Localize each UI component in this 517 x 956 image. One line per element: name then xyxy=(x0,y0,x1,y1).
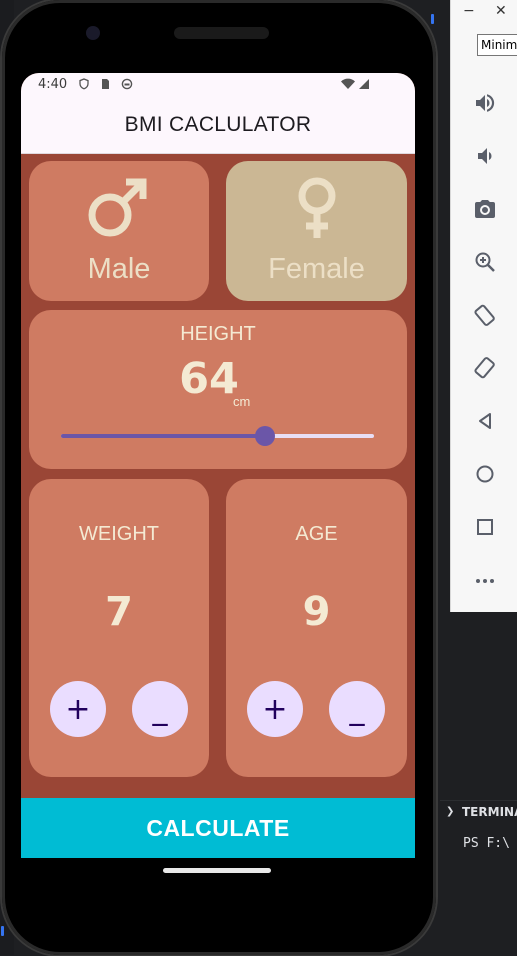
weight-increment-button[interactable]: + xyxy=(50,681,106,737)
volume-up-icon[interactable] xyxy=(470,88,500,118)
age-increment-button[interactable]: + xyxy=(247,681,303,737)
app-bar: BMI CACLULATOR xyxy=(21,97,415,154)
wifi-icon xyxy=(341,78,355,89)
signal-icon xyxy=(359,79,369,89)
male-card[interactable]: Male xyxy=(29,161,209,301)
height-card: HEIGHT 64 cm xyxy=(29,310,407,469)
gesture-nav-bar[interactable] xyxy=(163,868,271,873)
calculate-button[interactable]: CALCULATE xyxy=(21,798,415,858)
male-label: Male xyxy=(87,253,151,285)
home-icon[interactable] xyxy=(470,459,500,489)
height-slider-fill xyxy=(61,434,265,438)
height-label: HEIGHT xyxy=(180,323,256,345)
female-label: Female xyxy=(268,253,365,285)
phone-screen: 4:40 BMI CACLULATOR Male Female HEIGHT 6… xyxy=(21,73,415,858)
front-camera xyxy=(86,26,100,40)
terminal-prompt[interactable]: PS F:\ xyxy=(463,836,510,851)
overview-icon[interactable] xyxy=(470,512,500,542)
app-notification-icon xyxy=(121,78,133,90)
height-slider-thumb[interactable] xyxy=(255,426,275,446)
shield-icon xyxy=(79,78,89,90)
terminal-tab[interactable]: TERMINA xyxy=(462,805,517,819)
rotate-left-icon[interactable] xyxy=(470,300,500,330)
weight-label: WEIGHT xyxy=(79,523,159,545)
age-card: AGE 9 + _ xyxy=(226,479,407,777)
status-bar: 4:40 xyxy=(21,73,415,97)
weight-decrement-button[interactable]: _ xyxy=(132,681,188,737)
female-icon xyxy=(298,177,335,238)
camera-icon[interactable] xyxy=(470,194,500,224)
status-time: 4:40 xyxy=(38,77,68,92)
earpiece-speaker xyxy=(174,27,269,39)
tooltip: Minim xyxy=(477,34,517,56)
sd-card-icon xyxy=(102,79,109,89)
volume-down-icon[interactable] xyxy=(470,141,500,171)
weight-value: 7 xyxy=(105,589,133,635)
age-label: AGE xyxy=(295,523,338,545)
back-icon[interactable] xyxy=(470,406,500,436)
chevron-right-icon[interactable]: ❯ xyxy=(446,806,454,817)
rotate-right-icon[interactable] xyxy=(470,353,500,383)
weight-card: WEIGHT 7 + _ xyxy=(29,479,209,777)
height-unit: cm xyxy=(233,394,251,409)
editor-marker xyxy=(431,14,434,24)
close-button[interactable]: ✕ xyxy=(495,3,507,19)
app-title: BMI CACLULATOR xyxy=(124,113,312,136)
age-decrement-button[interactable]: _ xyxy=(329,681,385,737)
male-icon xyxy=(88,178,147,237)
editor-marker xyxy=(1,926,4,936)
minimize-button[interactable]: − xyxy=(463,3,475,19)
more-icon[interactable] xyxy=(470,566,500,596)
female-card[interactable]: Female xyxy=(226,161,407,301)
zoom-icon[interactable] xyxy=(470,247,500,277)
terminal-panel xyxy=(440,800,517,956)
age-value: 9 xyxy=(302,589,331,635)
